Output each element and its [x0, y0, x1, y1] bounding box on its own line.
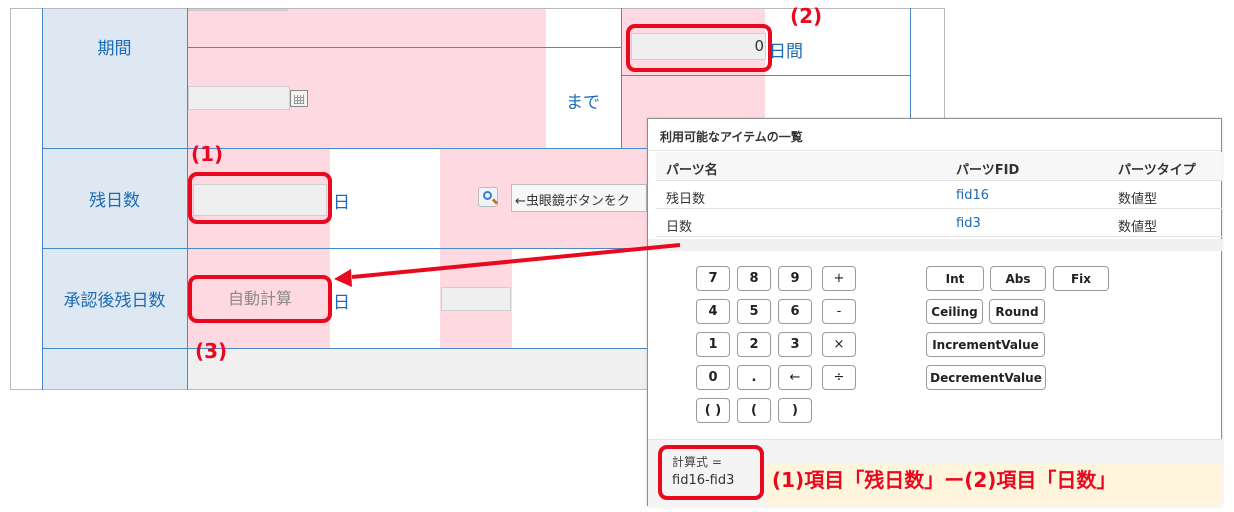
lookup-button[interactable] [478, 187, 499, 207]
formula-explanation: (1)項目「残日数」ー(2)項目「日数」 [772, 468, 1117, 492]
key-minus[interactable]: - [822, 299, 856, 324]
key-3[interactable]: 3 [778, 332, 812, 357]
period-start-date-input[interactable] [188, 9, 288, 11]
key-2[interactable]: 2 [737, 332, 771, 357]
marker-1: (1) [191, 142, 224, 166]
func-round-button[interactable]: Round [989, 299, 1045, 324]
grid-line [42, 248, 647, 249]
form-footer-row [188, 349, 647, 389]
period-start-cell [188, 9, 546, 148]
lookup-hint: ←虫眼鏡ボタンをク [511, 184, 647, 212]
key-9[interactable]: 9 [778, 266, 812, 291]
footer-label-cell [42, 349, 187, 389]
key-multiply[interactable]: × [822, 332, 856, 357]
func-decrement-button[interactable]: DecrementValue [926, 365, 1046, 390]
key-right-paren[interactable]: ) [778, 398, 812, 423]
key-4[interactable]: 4 [696, 299, 730, 324]
grid-line [42, 348, 647, 349]
item-name: 日数 [666, 220, 693, 235]
item-name: 残日数 [666, 192, 706, 207]
column-header: パーツFID [956, 163, 1020, 178]
column-header: パーツタイプ [1118, 163, 1196, 178]
func-fix-button[interactable]: Fix [1053, 266, 1109, 291]
func-ceiling-button[interactable]: Ceiling [926, 299, 983, 324]
table-header-row: パーツ名 パーツFID パーツタイプ [656, 152, 1222, 181]
magnifier-icon [483, 191, 492, 200]
highlight-remaining [188, 172, 332, 224]
func-int-button[interactable]: Int [926, 266, 984, 291]
highlight-auto-calc [188, 275, 332, 323]
key-7[interactable]: 7 [696, 266, 730, 291]
after-approval-label: 承認後残日数 [42, 249, 187, 348]
key-backspace[interactable]: ← [778, 365, 812, 390]
key-dot[interactable]: . [737, 365, 771, 390]
until-label: まで [566, 93, 600, 113]
magnifier-handle [491, 198, 499, 205]
item-fid: fid3 [956, 216, 981, 231]
key-plus[interactable]: + [822, 266, 856, 291]
item-type: 数値型 [1118, 220, 1158, 235]
remaining-unit: 日 [333, 193, 350, 213]
column-header: パーツ名 [666, 163, 718, 178]
days-unit: 日間 [769, 42, 803, 62]
grid-line [622, 75, 910, 76]
item-type: 数値型 [1118, 192, 1158, 207]
highlight-days [626, 24, 772, 72]
key-5[interactable]: 5 [737, 299, 771, 324]
remaining-label: 残日数 [42, 149, 187, 248]
table-row[interactable]: 日数 fid3 数値型 [656, 210, 1222, 237]
key-divide[interactable]: ÷ [822, 365, 856, 390]
func-increment-button[interactable]: IncrementValue [926, 332, 1045, 357]
calendar-icon[interactable] [290, 90, 308, 107]
marker-2: (2) [790, 4, 823, 28]
table-row[interactable]: 残日数 fid16 数値型 [656, 182, 1222, 209]
period-label: 期間 [42, 9, 187, 148]
items-panel: 利用可能なアイテムの一覧 パーツ名 パーツFID パーツタイプ 残日数 fid1… [647, 118, 1222, 506]
period-end-date-input[interactable] [188, 86, 290, 110]
grid-line [188, 47, 621, 48]
key-0[interactable]: 0 [696, 365, 730, 390]
key-6[interactable]: 6 [778, 299, 812, 324]
after-extra-input[interactable] [441, 287, 511, 311]
highlight-formula [658, 445, 764, 500]
after-unit: 日 [333, 293, 350, 313]
panel-title: 利用可能なアイテムの一覧 [648, 119, 1221, 151]
grid-line [42, 8, 43, 390]
panel-separator [648, 239, 1222, 251]
key-parens[interactable]: ( ) [696, 398, 730, 423]
grid-line [621, 8, 622, 148]
func-abs-button[interactable]: Abs [990, 266, 1046, 291]
key-8[interactable]: 8 [737, 266, 771, 291]
key-1[interactable]: 1 [696, 332, 730, 357]
key-left-paren[interactable]: ( [737, 398, 771, 423]
item-fid: fid16 [956, 188, 989, 203]
marker-3: (3) [195, 339, 228, 363]
